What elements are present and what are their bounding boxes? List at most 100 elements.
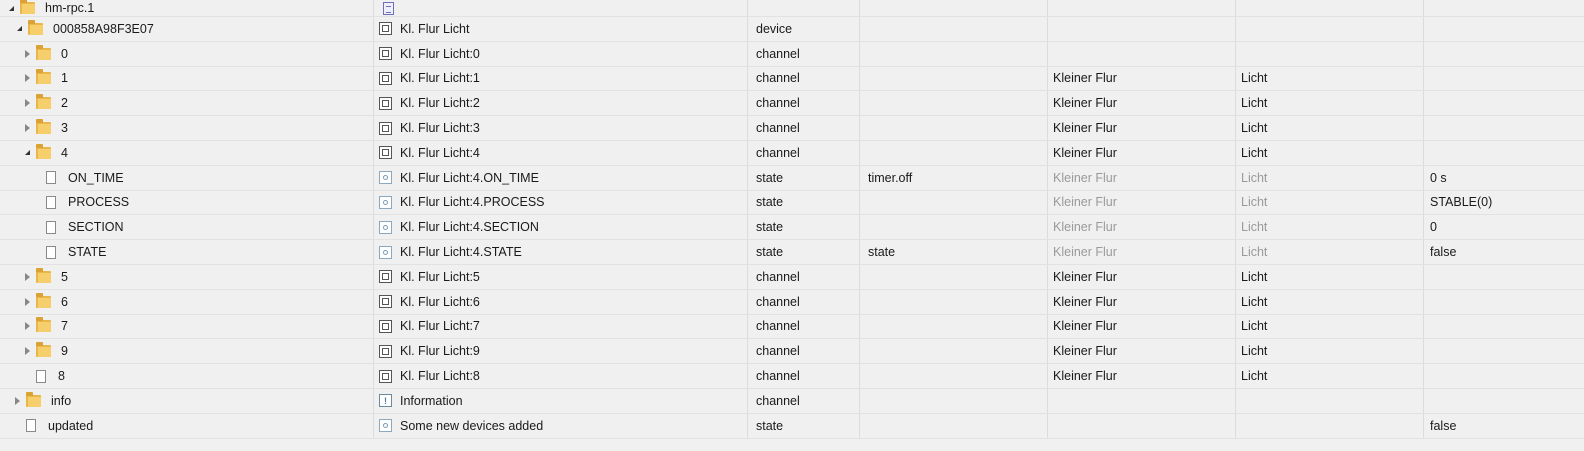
file-icon xyxy=(46,220,56,234)
row-value: false xyxy=(1430,418,1457,433)
expand-toggle-icon[interactable] xyxy=(22,346,32,356)
folder-icon xyxy=(36,267,51,283)
tree-row[interactable]: 8 Kl. Flur Licht:8 channel Kleiner Flur Lich… xyxy=(0,364,1584,389)
file-icon xyxy=(46,171,56,185)
row-function: Licht xyxy=(1236,215,1424,240)
row-function: Licht xyxy=(1236,165,1424,190)
row-name: 4 xyxy=(61,145,68,160)
row-function xyxy=(1236,388,1424,413)
tree-row[interactable]: 4 Kl. Flur Licht:4 channel Kleiner Flur Lich… xyxy=(0,140,1584,166)
row-function xyxy=(1236,413,1424,438)
tree-row[interactable]: 2 Kl. Flur Licht:2 channel Kleiner Flur Lich… xyxy=(0,91,1584,117)
channel-icon xyxy=(379,344,392,358)
tree-row[interactable]: 3 Kl. Flur Licht:3 channel Kleiner Flur Lich… xyxy=(0,116,1584,141)
row-value: 0 xyxy=(1430,220,1437,235)
channel-icon xyxy=(379,319,392,333)
expand-toggle-icon[interactable] xyxy=(22,73,32,83)
row-function: Licht xyxy=(1236,339,1424,364)
row-name: info xyxy=(51,393,72,408)
expand-toggle-icon[interactable] xyxy=(22,148,32,158)
row-name: 2 xyxy=(61,96,68,111)
tree-row[interactable]: 5 Kl. Flur Licht:5 channel Kleiner Flur Lich… xyxy=(0,264,1584,290)
row-value xyxy=(1424,389,1584,413)
channel-icon xyxy=(379,71,392,85)
row-title: Kl. Flur Licht:6 xyxy=(400,294,480,309)
expand-toggle-icon[interactable] xyxy=(22,49,32,59)
row-role xyxy=(860,116,1048,140)
row-role xyxy=(860,91,1048,116)
expand-toggle-icon[interactable] xyxy=(12,396,22,406)
row-title: Kl. Flur Licht:0 xyxy=(400,46,480,61)
row-type: state xyxy=(748,240,860,264)
tree-row-root[interactable]: hm-rpc.1 xyxy=(0,0,1584,17)
tree-row[interactable]: ON_TIME Kl. Flur Licht:4.ON_TIME state time… xyxy=(0,165,1584,191)
channel-icon xyxy=(379,270,392,284)
row-type: state xyxy=(748,190,860,215)
tree-row[interactable]: SECTION Kl. Flur Licht:4.SECTION state Klei… xyxy=(0,215,1584,241)
file-icon xyxy=(46,245,56,259)
row-title: Kl. Flur Licht:4.PROCESS xyxy=(400,195,545,210)
row-role xyxy=(860,314,1048,339)
row-room xyxy=(1048,388,1236,413)
expand-toggle-icon[interactable] xyxy=(6,3,16,13)
tree-row[interactable]: STATE Kl. Flur Licht:4.STATE state state Kle… xyxy=(0,240,1584,265)
tree-row[interactable]: 7 Kl. Flur Licht:7 channel Kleiner Flur Lich… xyxy=(0,314,1584,340)
state-icon xyxy=(379,171,392,185)
tree-row[interactable]: 0 Kl. Flur Licht:0 channel xyxy=(0,41,1584,67)
tree-row[interactable]: PROCESS Kl. Flur Licht:4.PROCESS state Klei… xyxy=(0,190,1584,216)
row-name: 000858A98F3E07 xyxy=(53,21,154,36)
state-icon xyxy=(379,195,392,209)
row-room: Kleiner Flur xyxy=(1048,116,1236,140)
row-title: Kl. Flur Licht:4.ON_TIME xyxy=(400,170,539,185)
row-title: Kl. Flur Licht:5 xyxy=(400,269,480,284)
expand-toggle-icon[interactable] xyxy=(22,123,32,133)
row-function: Licht xyxy=(1236,364,1424,388)
row-room: Kleiner Flur xyxy=(1048,91,1236,116)
row-role xyxy=(860,41,1048,66)
row-role xyxy=(860,140,1048,165)
row-name: 7 xyxy=(61,319,68,334)
row-name: 8 xyxy=(58,369,65,384)
expand-toggle-icon[interactable] xyxy=(14,24,24,34)
row-function: Licht xyxy=(1236,264,1424,289)
row-type: channel xyxy=(748,339,860,364)
row-type: channel xyxy=(748,314,860,339)
tree-row[interactable]: 6 Kl. Flur Licht:6 channel Kleiner Flur Lich… xyxy=(0,289,1584,315)
row-title: Kl. Flur Licht xyxy=(400,21,470,36)
row-type: channel xyxy=(748,91,860,116)
row-role xyxy=(860,413,1048,438)
row-value xyxy=(1424,116,1584,140)
row-type: state xyxy=(748,215,860,240)
expand-toggle-icon[interactable] xyxy=(22,272,32,282)
row-title: Information xyxy=(400,393,463,408)
tree-row[interactable]: 9 Kl. Flur Licht:9 channel Kleiner Flur Lich… xyxy=(0,339,1584,365)
row-room: Kleiner Flur xyxy=(1048,140,1236,165)
row-type: channel xyxy=(748,289,860,314)
tree-row[interactable]: info! Information channel xyxy=(0,388,1584,414)
row-role xyxy=(860,264,1048,289)
row-value: STABLE(0) xyxy=(1430,195,1493,210)
row-name: hm-rpc.1 xyxy=(45,1,95,15)
row-name: STATE xyxy=(68,245,107,260)
expand-toggle-icon[interactable] xyxy=(22,297,32,307)
row-function: Licht xyxy=(1236,91,1424,116)
tree-row[interactable]: updated Some new devices added state false xyxy=(0,413,1584,439)
row-type: channel xyxy=(748,264,860,289)
info-icon: ! xyxy=(379,394,392,408)
expand-toggle-icon[interactable] xyxy=(22,98,32,108)
row-room: Kleiner Flur xyxy=(1048,165,1236,190)
row-role xyxy=(860,339,1048,364)
tree-row-device[interactable]: 000858A98F3E07 Kl. Flur Licht device xyxy=(0,17,1584,42)
row-name: 6 xyxy=(61,294,68,309)
row-value xyxy=(1424,339,1584,363)
row-title: Kl. Flur Licht:3 xyxy=(400,121,480,136)
row-role xyxy=(860,66,1048,91)
state-icon xyxy=(379,245,392,259)
folder-icon xyxy=(36,342,51,358)
expand-toggle-icon[interactable] xyxy=(22,321,32,331)
row-room: Kleiner Flur xyxy=(1048,264,1236,289)
row-type: channel xyxy=(748,140,860,165)
tree-row[interactable]: 1 Kl. Flur Licht:1 channel Kleiner Flur Lich… xyxy=(0,66,1584,92)
row-name: ON_TIME xyxy=(68,170,124,185)
row-value xyxy=(1424,42,1584,66)
